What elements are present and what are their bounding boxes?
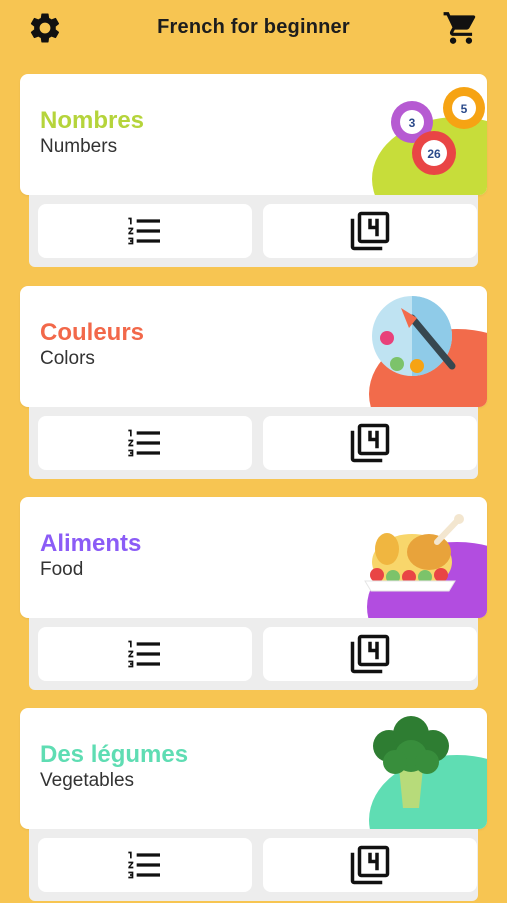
action-tray [29,407,478,479]
category-english-title: Numbers [40,136,118,157]
flashcards-button[interactable] [263,416,477,470]
ball-label: 26 [427,147,441,161]
category-english-title: Vegetables [40,770,135,791]
category-card-couleurs[interactable]: Couleurs Colors [20,286,487,407]
vocabulary-list-button[interactable] [38,838,252,892]
action-tray [29,829,478,901]
vocabulary-list-button[interactable] [38,204,252,258]
flashcards-4-icon [350,423,390,463]
action-tray [29,618,478,690]
flashcards-4-icon [350,211,390,251]
category-section-legumes: Des légumes Vegetables [20,708,487,903]
category-english-title: Colors [40,348,95,369]
numbered-list-icon [128,640,160,668]
broccoli-illustration [369,716,487,829]
category-card-aliments[interactable]: Aliments Food [20,497,487,618]
category-english-title: Food [40,559,84,580]
category-french-title: Nombres [40,107,145,134]
lottery-balls-illustration: 5 3 26 [372,87,487,195]
cart-icon[interactable] [442,9,480,47]
app-title: French for beginner [157,16,350,38]
ball-label: 5 [461,102,468,116]
category-section-aliments: Aliments Food [20,497,487,692]
category-french-title: Couleurs [40,319,145,346]
vocabulary-list-button[interactable] [38,627,252,681]
flashcards-4-icon [350,634,390,674]
top-bar: French for beginner [0,0,507,56]
flashcards-button[interactable] [263,627,477,681]
category-section-couleurs: Couleurs Colors [20,286,487,481]
category-french-title: Aliments [40,530,142,557]
category-french-title: Des légumes [40,741,189,768]
ball-label: 3 [409,116,416,130]
paint-palette-illustration [369,296,487,407]
roast-chicken-illustration [364,514,487,618]
flashcards-button[interactable] [263,838,477,892]
vocabulary-list-button[interactable] [38,416,252,470]
category-card-nombres[interactable]: Nombres Numbers 5 3 26 [20,74,487,195]
flashcards-4-icon [350,845,390,885]
category-card-legumes[interactable]: Des légumes Vegetables [20,708,487,829]
flashcards-button[interactable] [263,204,477,258]
category-section-nombres: Nombres Numbers 5 3 26 [20,74,487,269]
numbered-list-icon [128,217,160,245]
action-tray [29,195,478,267]
numbered-list-icon [128,851,160,879]
numbered-list-icon [128,429,160,457]
